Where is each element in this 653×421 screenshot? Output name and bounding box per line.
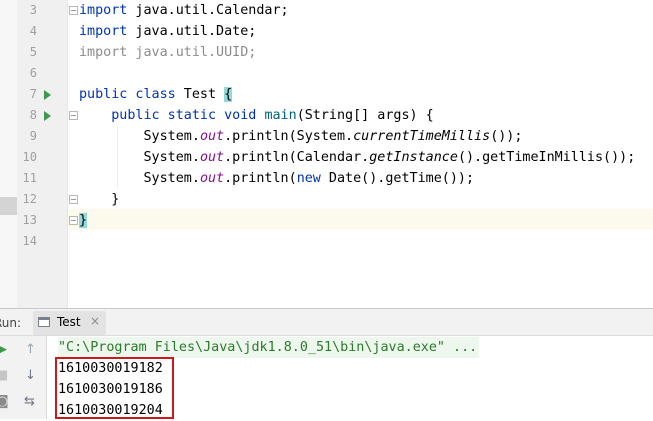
gutter-line: 10 bbox=[17, 147, 67, 168]
line-number: 4 bbox=[29, 24, 37, 38]
code-line: System.out.println(System.currentTimeMil… bbox=[79, 129, 523, 144]
tab-test[interactable]: Test × bbox=[33, 311, 106, 335]
fold-toggle-icon[interactable] bbox=[69, 216, 78, 225]
gutter-line: 9 bbox=[17, 126, 67, 147]
code-line-unused-import: import java.util.UUID; bbox=[79, 45, 257, 60]
gutter-line: 11 bbox=[17, 168, 67, 189]
fold-toggle-icon[interactable] bbox=[69, 195, 78, 204]
gutter-line: 13 bbox=[17, 210, 78, 231]
code-line: } bbox=[79, 213, 88, 228]
stop-icon[interactable]: ■ bbox=[0, 368, 8, 383]
scroll-down-icon[interactable]: ↓ bbox=[25, 368, 36, 383]
tab-label: Test bbox=[57, 315, 81, 329]
gutter-line: 4 bbox=[17, 21, 67, 42]
line-number: 3 bbox=[29, 3, 37, 17]
camera-icon[interactable]: ◙ bbox=[0, 394, 9, 409]
code-line: System.out.println(Calendar.getInstance(… bbox=[79, 150, 636, 165]
line-number: 13 bbox=[22, 213, 37, 227]
code-line: import java.util.Calendar; bbox=[79, 3, 289, 18]
line-gutter: 3 4 5 6 7 8 9 10 11 12 13 14 bbox=[17, 0, 78, 308]
line-number: 10 bbox=[22, 150, 37, 164]
console-tab-icon bbox=[38, 317, 50, 327]
gutter-line: 14 bbox=[17, 231, 67, 252]
fold-toggle-icon[interactable] bbox=[69, 111, 78, 120]
line-number: 8 bbox=[29, 108, 37, 122]
line-number: 7 bbox=[29, 87, 37, 101]
line-number: 6 bbox=[29, 66, 37, 80]
run-command-line: "C:\Program Files\Java\jdk1.8.0_51\bin\j… bbox=[58, 337, 480, 358]
code-line: import java.util.Date; bbox=[79, 24, 257, 39]
highlight-box bbox=[55, 357, 174, 419]
code-area[interactable]: import java.util.Calendar; import java.u… bbox=[79, 0, 653, 308]
gutter-line: 6 bbox=[17, 63, 67, 84]
line-number: 5 bbox=[29, 45, 37, 59]
line-number: 11 bbox=[22, 171, 37, 185]
run-toolbar: ▶ ■ ◙ ↑ ↓ ⇆ bbox=[0, 336, 47, 419]
line-number: 12 bbox=[22, 192, 37, 206]
gutter-line: 8 bbox=[17, 105, 78, 126]
strip-scroll-mark bbox=[0, 197, 17, 215]
code-line: System.out.println(new Date().getTime())… bbox=[79, 171, 475, 186]
scroll-up-icon[interactable]: ↑ bbox=[25, 342, 36, 357]
rerun-icon[interactable]: ▶ bbox=[0, 342, 7, 357]
line-number: 9 bbox=[29, 129, 37, 143]
line-number: 14 bbox=[22, 234, 37, 248]
code-editor[interactable]: 3 4 5 6 7 8 9 10 11 12 13 14 import java… bbox=[0, 0, 653, 308]
soft-wrap-icon[interactable]: ⇆ bbox=[24, 394, 35, 409]
run-class-icon[interactable] bbox=[44, 90, 51, 100]
fold-toggle-icon[interactable] bbox=[69, 6, 78, 15]
code-line: } bbox=[79, 192, 120, 207]
gutter-line: 12 bbox=[17, 189, 78, 210]
run-panel-header: Run: Test × bbox=[0, 308, 653, 336]
run-main-icon[interactable] bbox=[44, 111, 51, 121]
run-panel-label: Run: bbox=[0, 316, 22, 330]
gutter-line: 5 bbox=[17, 42, 67, 63]
close-icon[interactable]: × bbox=[90, 314, 100, 328]
gutter-line: 7 bbox=[17, 84, 67, 105]
tool-window-strip bbox=[0, 0, 17, 308]
code-line: public static void main(String[] args) { bbox=[111, 108, 434, 123]
code-line: public class Test { bbox=[79, 87, 233, 102]
gutter-line: 3 bbox=[17, 0, 78, 21]
